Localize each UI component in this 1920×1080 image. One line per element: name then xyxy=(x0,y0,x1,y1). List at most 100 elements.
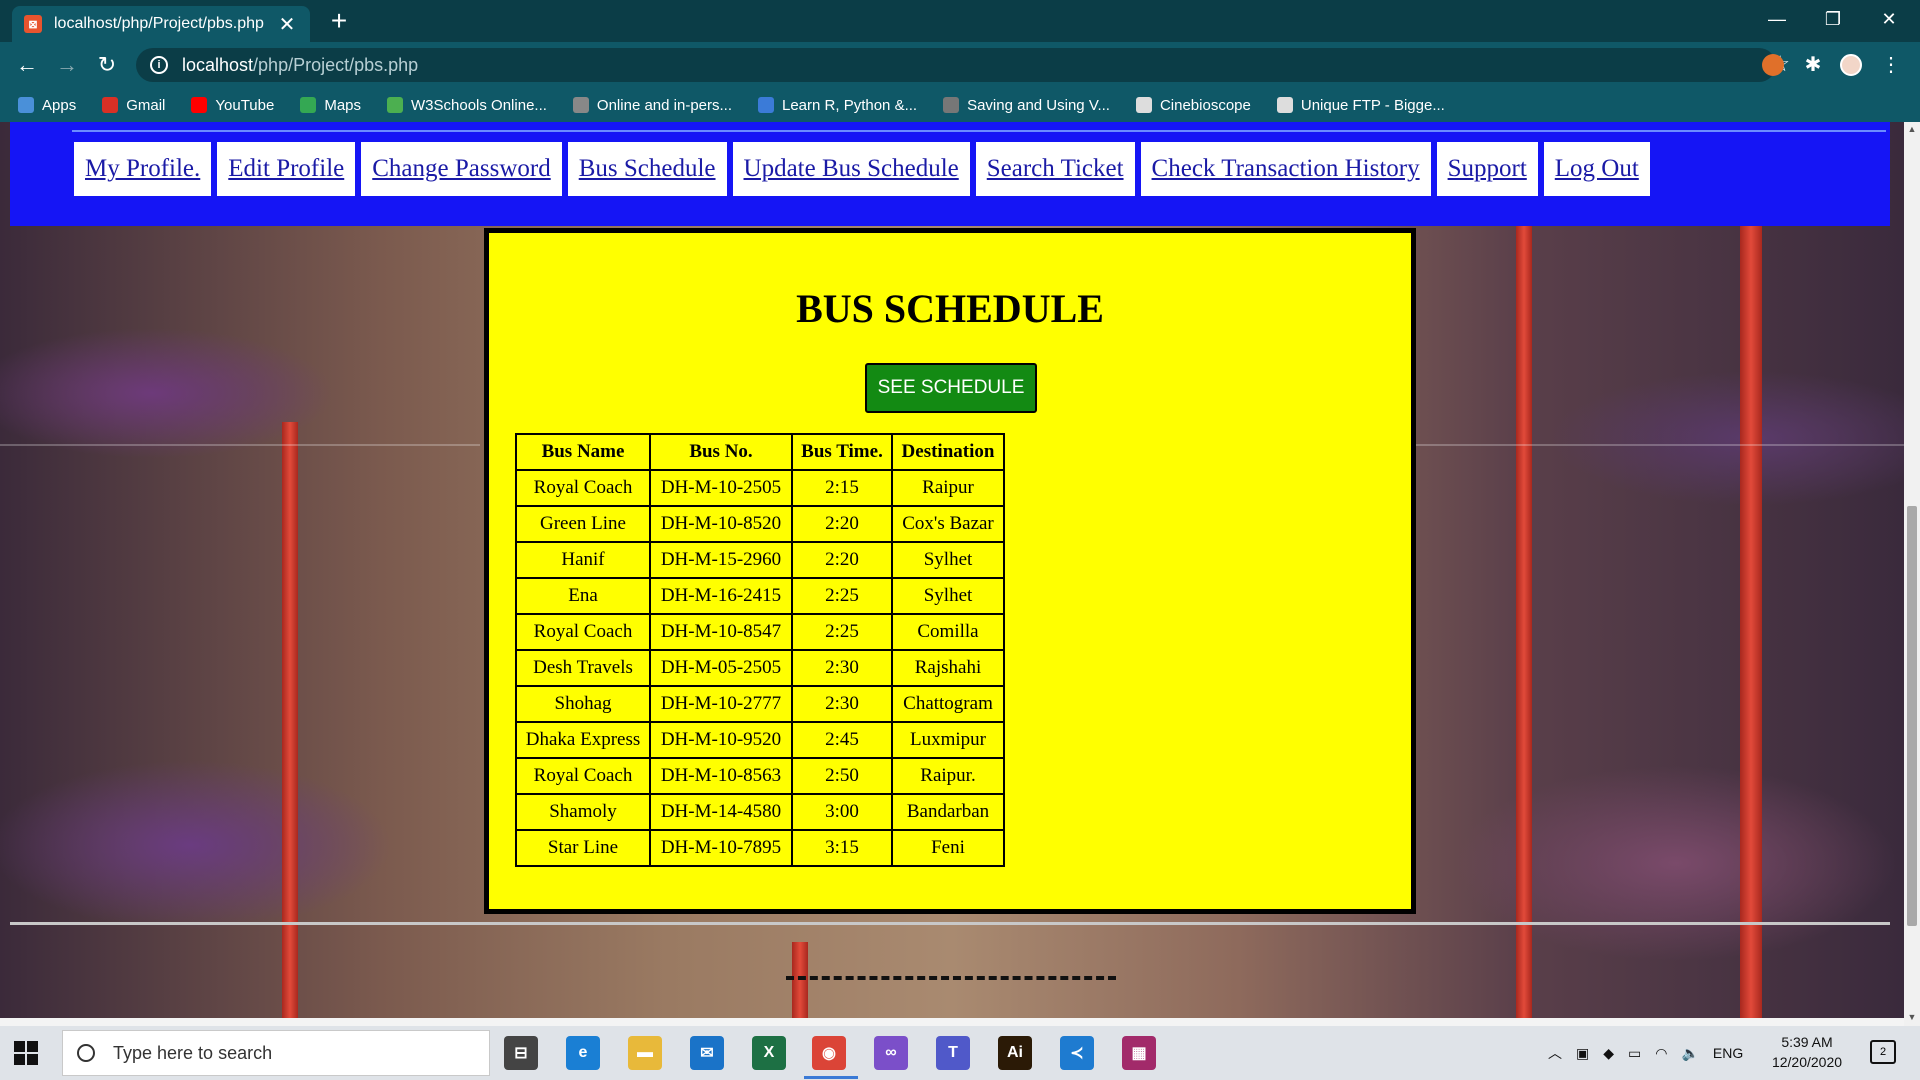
table-cell: 2:25 xyxy=(792,614,892,650)
dropbox-icon[interactable]: ◆ xyxy=(1603,1045,1614,1062)
scroll-up-icon[interactable]: ▲ xyxy=(1904,124,1920,134)
see-schedule-button[interactable]: SEE SCHEDULE xyxy=(865,363,1037,413)
language-indicator[interactable]: ENG xyxy=(1713,1045,1743,1061)
table-cell: Rajshahi xyxy=(892,650,1004,686)
table-cell: DH-M-05-2505 xyxy=(650,650,792,686)
nav-links: My Profile. Edit Profile Change Password Bu… xyxy=(74,142,1650,196)
bus-schedule-panel: BUS SCHEDULE SEE SCHEDULE Bus Name Bus N… xyxy=(484,228,1416,914)
minimize-button[interactable]: — xyxy=(1752,4,1802,34)
column-header: Bus Time. xyxy=(792,434,892,470)
teams-icon[interactable]: T xyxy=(936,1036,970,1070)
task-view-icon[interactable]: ⊟ xyxy=(504,1036,538,1070)
bookmark-item[interactable]: Cinebioscope xyxy=(1135,97,1251,114)
bookmark-item[interactable]: Saving and Using V... xyxy=(943,97,1110,114)
chrome-icon[interactable]: ◉ xyxy=(812,1036,846,1070)
table-cell: Raipur xyxy=(892,470,1004,506)
file-explorer-icon[interactable]: ▬ xyxy=(628,1036,662,1070)
bookmark-item[interactable]: W3Schools Online... xyxy=(387,97,547,114)
close-tab-icon[interactable]: ✕ xyxy=(276,12,298,37)
feather-icon xyxy=(943,97,960,113)
bookmark-item[interactable]: Maps xyxy=(300,97,361,114)
chevron-up-icon[interactable]: ︿ xyxy=(1548,1043,1562,1063)
mail-icon[interactable]: ✉ xyxy=(690,1036,724,1070)
bookmark-label: Online and in-pers... xyxy=(596,96,732,114)
url-bar[interactable]: i localhost/php/Project/pbs.php xyxy=(136,48,1776,82)
volume-icon[interactable]: 🔈 xyxy=(1681,1045,1698,1062)
table-row: Royal Coach DH-M-10-8547 2:25 Comilla xyxy=(516,614,1004,650)
edge-icon[interactable]: e xyxy=(566,1036,600,1070)
nav-link-my-profile[interactable]: My Profile. xyxy=(74,142,212,196)
nav-link-change-password[interactable]: Change Password xyxy=(361,142,562,196)
bookmark-label: Gmail xyxy=(126,96,166,114)
forward-button[interactable]: → xyxy=(52,50,82,80)
table-row: Hanif DH-M-15-2960 2:20 Sylhet xyxy=(516,542,1004,578)
puzzle-icon[interactable]: ✱ xyxy=(1802,54,1824,76)
table-cell: DH-M-10-8520 xyxy=(650,506,792,542)
close-window-button[interactable]: ✕ xyxy=(1864,4,1914,34)
nav-link-bus-schedule[interactable]: Bus Schedule xyxy=(567,142,727,196)
table-cell: 2:25 xyxy=(792,578,892,614)
device-icon[interactable]: ▣ xyxy=(1576,1045,1589,1062)
table-cell: Royal Coach xyxy=(516,758,650,794)
bookmark-item[interactable]: Learn R, Python &... xyxy=(758,97,917,114)
bookmark-item[interactable]: Online and in-pers... xyxy=(572,96,732,114)
browser-tab-strip: ⊠ localhost/php/Project/pbs.php ✕ + — ❐ … xyxy=(0,0,1920,42)
taskbar-clock[interactable]: 5:39 AM 12/20/2020 xyxy=(1762,1032,1852,1072)
extension-icon[interactable] xyxy=(1762,54,1784,76)
table-cell: Chattogram xyxy=(892,686,1004,722)
battery-icon[interactable]: ▭ xyxy=(1628,1045,1641,1062)
visual-studio-icon[interactable]: ∞ xyxy=(874,1036,908,1070)
table-cell: Shamoly xyxy=(516,794,650,830)
table-cell: 2:45 xyxy=(792,722,892,758)
bookmark-label: Learn R, Python &... xyxy=(782,96,918,114)
address-bar-row: ← → ↻ i localhost/php/Project/pbs.php ☆ … xyxy=(0,42,1920,88)
horizontal-rule xyxy=(10,922,1890,925)
menu-kebab-icon[interactable]: ⋮ xyxy=(1880,54,1902,76)
windows-start-icon[interactable] xyxy=(14,1041,38,1065)
nav-link-log-out[interactable]: Log Out xyxy=(1543,142,1650,196)
table-cell: Dhaka Express xyxy=(516,722,650,758)
bookmark-item[interactable]: Apps xyxy=(18,97,76,114)
bookmark-label: Unique FTP - Bigge... xyxy=(1300,96,1445,114)
scroll-thumb[interactable] xyxy=(1907,506,1917,926)
back-button[interactable]: ← xyxy=(12,50,42,80)
scroll-down-icon[interactable]: ▼ xyxy=(1904,1012,1920,1022)
notification-center-icon[interactable]: 2 xyxy=(1870,1040,1896,1064)
taskbar-search-input[interactable]: Type here to search xyxy=(62,1030,490,1076)
page-scrollbar[interactable]: ▲ ▼ xyxy=(1904,122,1920,1026)
excel-icon[interactable]: X xyxy=(752,1036,786,1070)
vscode-icon[interactable]: ≺ xyxy=(1060,1036,1094,1070)
youtube-icon xyxy=(191,97,208,113)
table-cell: Hanif xyxy=(516,542,650,578)
restore-button[interactable]: ❐ xyxy=(1808,4,1858,34)
browser-tab[interactable]: ⊠ localhost/php/Project/pbs.php ✕ xyxy=(12,6,310,42)
nav-link-update-bus-schedule[interactable]: Update Bus Schedule xyxy=(732,142,970,196)
w3schools-icon xyxy=(387,97,404,113)
nav-link-check-transaction-history[interactable]: Check Transaction History xyxy=(1140,142,1431,196)
nav-link-edit-profile[interactable]: Edit Profile xyxy=(217,142,356,196)
reload-button[interactable]: ↻ xyxy=(92,50,122,80)
avatar[interactable] xyxy=(1840,54,1862,76)
schedule-table: Bus Name Bus No. Bus Time. Destination R… xyxy=(515,433,1005,867)
winrar-icon[interactable]: ▦ xyxy=(1122,1036,1156,1070)
new-tab-button[interactable]: + xyxy=(324,6,354,36)
table-cell: DH-M-10-9520 xyxy=(650,722,792,758)
globe-icon xyxy=(572,97,589,113)
table-row: Green Line DH-M-10-8520 2:20 Cox's Bazar xyxy=(516,506,1004,542)
table-row: Star Line DH-M-10-7895 3:15 Feni xyxy=(516,830,1004,866)
bookmark-item[interactable]: Unique FTP - Bigge... xyxy=(1276,96,1445,114)
wifi-icon[interactable]: ◠ xyxy=(1655,1045,1667,1062)
nav-link-search-ticket[interactable]: Search Ticket xyxy=(975,142,1135,196)
table-cell: 2:15 xyxy=(792,470,892,506)
table-cell: DH-M-14-4580 xyxy=(650,794,792,830)
table-cell: 2:30 xyxy=(792,650,892,686)
nav-link-support[interactable]: Support xyxy=(1436,142,1538,196)
windows-taskbar: Type here to search ⊟ e ▬ ✉ X ◉ ∞ T Ai ≺ ▦ ︿ ▣ ◆ ▭… xyxy=(0,1026,1920,1080)
bookmark-item[interactable]: YouTube xyxy=(191,97,274,114)
table-cell: Royal Coach xyxy=(516,470,650,506)
background-divider xyxy=(1416,444,1904,446)
site-info-icon[interactable]: i xyxy=(150,56,168,74)
illustrator-icon[interactable]: Ai xyxy=(998,1036,1032,1070)
nav-divider xyxy=(72,130,1886,132)
bookmark-item[interactable]: Gmail xyxy=(102,97,165,114)
